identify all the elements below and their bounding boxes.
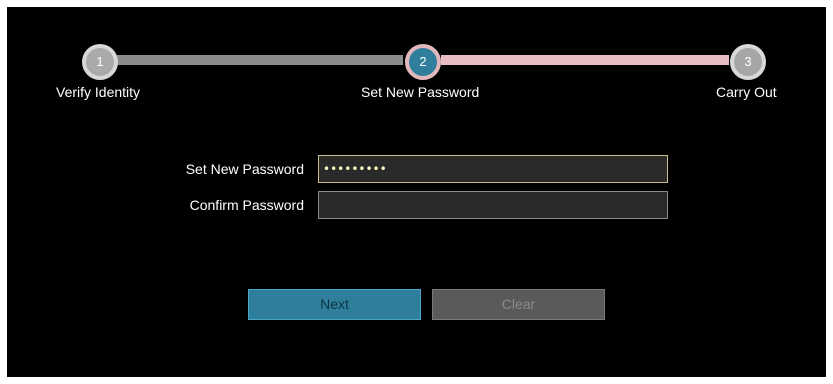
progress-bar-done [117,55,403,65]
password-reset-panel: 1 2 3 Verify Identity Set New Password C… [7,7,826,377]
step-3-circle: 3 [730,44,766,80]
step-2-circle: 2 [405,44,441,80]
page: 1 2 3 Verify Identity Set New Password C… [0,0,833,384]
step-1-circle: 1 [82,44,118,80]
clear-button[interactable]: Clear [432,289,605,320]
step-3-label: Carry Out [716,84,777,100]
step-2-label: Set New Password [361,84,480,100]
confirm-password-field[interactable] [318,191,668,219]
new-password-label: Set New Password [185,161,304,177]
next-button[interactable]: Next [248,289,421,320]
progress-bar-upcoming [441,55,729,65]
step-1-label: Verify Identity [56,84,141,100]
new-password-field[interactable]: ••••••••• [318,155,668,183]
confirm-password-label: Confirm Password [189,197,304,213]
